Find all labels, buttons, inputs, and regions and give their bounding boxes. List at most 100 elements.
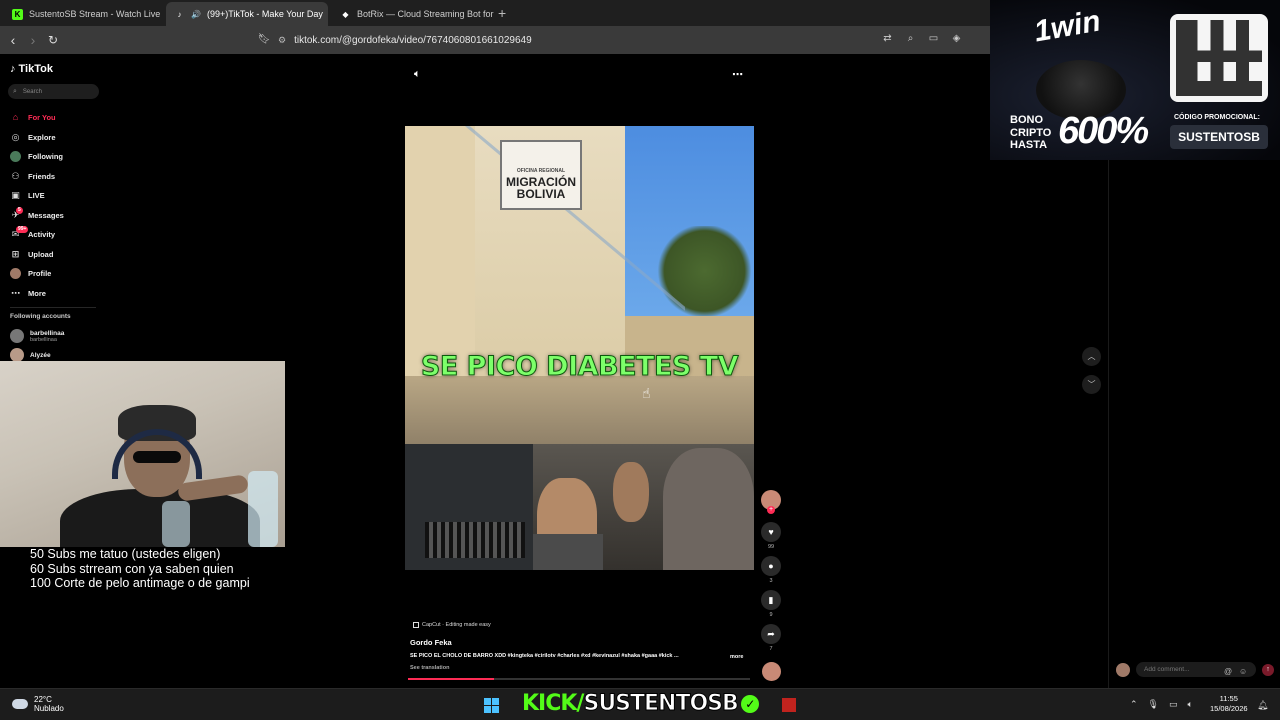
mention-icon[interactable]: @ <box>1224 664 1232 679</box>
goal-line: 60 Subs strream con ya saben quien <box>30 561 234 576</box>
friends-icon: ⚇ <box>11 170 20 181</box>
check-icon: ✓ <box>740 695 759 713</box>
video-inset <box>533 444 754 570</box>
tab-tiktok[interactable]: ♪ 🔊 (99+)TikTok - Make Your Day ✕ <box>166 2 328 26</box>
windows-taskbar: 22°C Nublado KICK/SUSTENTOSB ✓ ⌃ 🎙︎ ▭ 🔈︎ … <box>0 688 1280 720</box>
botrix-icon: ◆ <box>342 9 349 19</box>
avatar <box>10 329 24 343</box>
tab-botrix[interactable]: ◆ BotRix — Cloud Streaming Bot for Tw <box>332 2 494 26</box>
chevron-up-icon[interactable]: ⌃ <box>1130 699 1138 710</box>
comment-bar: Add comment... @ ☺ ↑ <box>1116 661 1274 678</box>
video-actions: + ♥ 99 ● 3 ▮ 9 ➦ 7 <box>760 490 782 658</box>
compass-icon: ◎ <box>11 131 20 142</box>
search-input[interactable]: ⌕ Search <box>8 84 99 99</box>
share-count: 7 <box>769 646 773 652</box>
goal-line: 100 Corte de pelo antimage o de gampi <box>30 576 250 590</box>
speaker-icon: 🔊 <box>191 9 201 19</box>
next-video-button[interactable]: ﹀ <box>1082 375 1101 394</box>
promo-code: SUSTENTOSB <box>1170 125 1268 149</box>
system-clock[interactable]: 11:55 15/08/2026 <box>1210 694 1248 714</box>
send-icon[interactable]: ↑ <box>1262 663 1274 676</box>
video-progress-bar[interactable] <box>408 678 750 680</box>
kick-icon: K <box>12 8 23 20</box>
tiktok-logo[interactable]: ♪ TikTok <box>10 63 53 75</box>
volume-icon[interactable]: 🔈︎ <box>1188 699 1193 710</box>
hand-cursor-icon: ☝ <box>642 385 651 401</box>
previous-video-button[interactable]: ︿ <box>1082 347 1101 366</box>
sidebar-item-messages[interactable]: ✈ 5 Messages <box>10 206 110 226</box>
bookmark-icon[interactable]: 🔖︎ <box>256 32 272 48</box>
video-author[interactable]: Gordo Feka <box>410 638 452 647</box>
volume-icon[interactable]: 🔈︎ <box>414 68 421 81</box>
like-button[interactable]: ♥ <box>761 522 781 542</box>
sidebar-item-for-you[interactable]: ⌂ For You <box>10 108 110 128</box>
forward-icon[interactable]: › <box>25 32 41 48</box>
sidebar-item-explore[interactable]: ◎ Explore <box>10 128 110 148</box>
network-icon[interactable]: ▭ <box>1169 699 1178 710</box>
panel-divider <box>1108 160 1109 688</box>
site-info-icon[interactable]: ⚙ <box>278 35 286 46</box>
video-description: SE PICO EL CHOLO DE BARRO XDD #kingteka … <box>410 653 679 659</box>
tiktok-icon: ♪ <box>177 9 182 19</box>
search-icon: ⌕ <box>13 87 17 95</box>
share-button[interactable]: ➦ <box>761 624 781 644</box>
video-progress-fill <box>408 678 494 680</box>
url-text: tiktok.com/@gordofeka/video/767406080166… <box>294 34 532 46</box>
extension-icon[interactable]: ◈ <box>951 33 962 44</box>
home-icon: ⌂ <box>12 112 19 123</box>
profile-icon <box>10 268 21 280</box>
video-overlay-text: SE PICO DIABETES TV <box>420 351 739 383</box>
sidebar-item-upload[interactable]: ⊞ Upload <box>10 245 110 265</box>
notification-icon[interactable]: 🔔︎ <box>1257 700 1268 711</box>
migration-sign: OFICINA REGIONAL MIGRACIÓN BOLIVIA <box>500 140 582 210</box>
zoom-icon[interactable]: ⌕ <box>905 33 916 44</box>
sidebar-item-activity[interactable]: ✉ 99+ Activity <box>10 225 110 245</box>
follow-plus-icon[interactable]: + <box>767 506 775 514</box>
sidebar-item-live[interactable]: ▣ LIVE <box>10 186 110 206</box>
see-translation-link[interactable]: See translation <box>410 665 449 671</box>
tab-kick-stream[interactable]: K SustentoSB Stream - Watch Live <box>4 2 164 26</box>
back-icon[interactable]: ‹ <box>5 32 21 48</box>
upload-icon: ⊞ <box>11 248 20 259</box>
music-disc[interactable] <box>762 662 781 681</box>
tab-title: BotRix — Cloud Streaming Bot for Tw <box>357 9 494 19</box>
promo-code-label: CÓDIGO PROMOCIONAL: <box>1174 114 1260 121</box>
new-tab-button[interactable]: + <box>498 5 506 21</box>
comment-count: 3 <box>769 578 773 584</box>
capcut-tag[interactable]: CapCut · Editing made easy <box>413 622 491 628</box>
more-link[interactable]: more <box>730 654 743 660</box>
sidebar-item-profile[interactable]: Profile <box>10 264 110 284</box>
cast-icon[interactable]: ▭ <box>928 33 939 44</box>
sidebar-item-more[interactable]: ⋯ More <box>10 284 110 304</box>
save-button[interactable]: ▮ <box>761 590 781 610</box>
windows-start-icon[interactable] <box>484 698 499 713</box>
microphone-icon[interactable]: 🎙︎ <box>1148 699 1159 710</box>
weather-widget[interactable]: 22°C Nublado <box>12 695 64 713</box>
activity-badge: 99+ <box>16 226 29 233</box>
bonus-percent: 600% <box>1058 110 1149 152</box>
like-count: 99 <box>767 544 775 550</box>
kick-channel-banner: KICK/SUSTENTOSB ✓ <box>522 691 759 717</box>
following-account[interactable]: barbellinaa barbellinaa <box>10 328 64 344</box>
comment-input[interactable]: Add comment... @ ☺ <box>1136 662 1256 677</box>
sidebar-item-following[interactable]: Following <box>10 147 110 167</box>
emoji-icon[interactable]: ☺ <box>1239 664 1247 679</box>
more-icon: ⋯ <box>11 287 20 298</box>
comment-button[interactable]: ● <box>761 556 781 576</box>
reload-icon[interactable]: ↻ <box>45 32 61 48</box>
cloud-icon <box>12 699 28 709</box>
author-avatar[interactable]: + <box>761 490 781 514</box>
qr-code <box>1170 14 1268 102</box>
more-options-icon[interactable]: ⋯ <box>732 68 743 81</box>
video-player[interactable]: OFICINA REGIONAL MIGRACIÓN BOLIVIA SE PI… <box>405 126 754 570</box>
avatar <box>10 348 24 362</box>
system-tray: ⌃ 🎙︎ ▭ 🔈︎ <box>1130 699 1193 710</box>
translate-icon[interactable]: ⇄ <box>882 33 893 44</box>
app-icon[interactable] <box>782 698 796 712</box>
bonus-label: BONO CRIPTO HASTA <box>1010 114 1052 151</box>
sidebar-item-friends[interactable]: ⚇ Friends <box>10 167 110 187</box>
avatar <box>1116 662 1130 677</box>
tab-title: SustentoSB Stream - Watch Live <box>29 9 161 19</box>
tiktok-icon: ♪ <box>10 63 16 75</box>
capcut-icon <box>413 622 419 628</box>
